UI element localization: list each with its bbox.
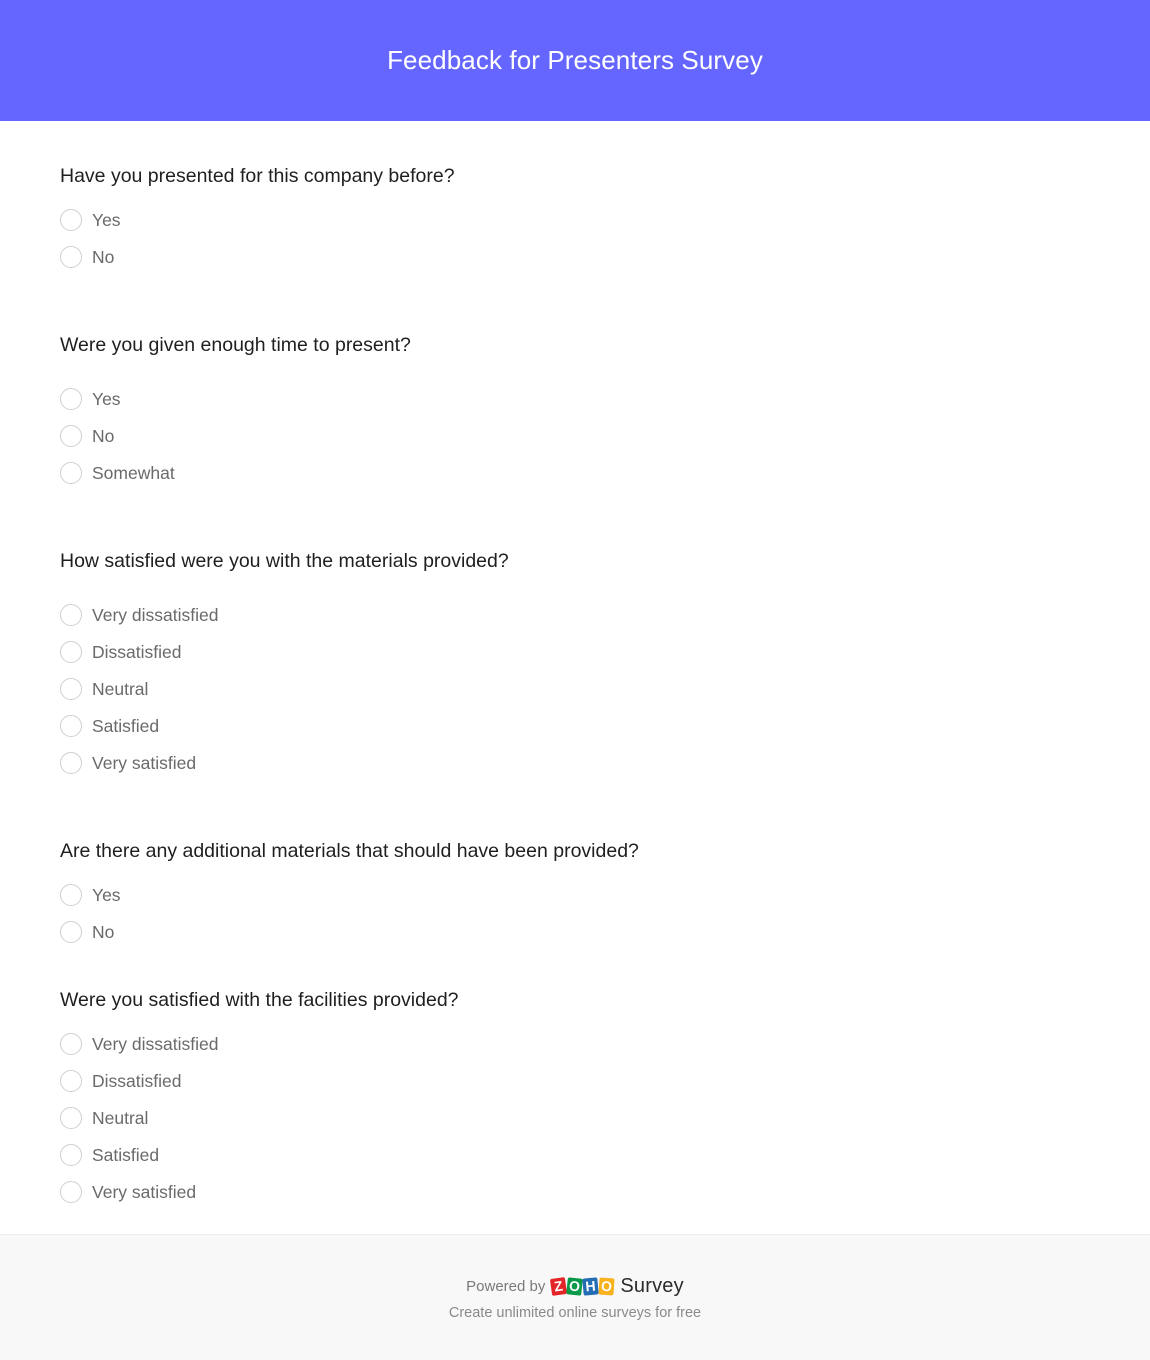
q3-option-neutral[interactable]: Neutral (60, 677, 148, 701)
zoho-letter-o: O (598, 1277, 615, 1296)
radio-button[interactable] (60, 388, 82, 410)
radio-button[interactable] (60, 641, 82, 663)
footer-tagline[interactable]: Create unlimited online surveys for free (0, 1305, 1150, 1321)
question-2-title: Were you given enough time to present? (60, 334, 411, 356)
option-label: Very satisfied (92, 1181, 197, 1202)
zoho-logo-icon: Z O H O (550, 1277, 615, 1296)
q2-option-somewhat[interactable]: Somewhat (60, 461, 175, 485)
option-label: Very dissatisfied (92, 604, 219, 625)
radio-button[interactable] (60, 752, 82, 774)
q4-option-no[interactable]: No (60, 920, 114, 944)
question-5-title: Were you satisfied with the facilities p… (60, 989, 459, 1011)
radio-button[interactable] (60, 604, 82, 626)
q5-option-very-satisfied[interactable]: Very satisfied (60, 1180, 196, 1204)
radio-button[interactable] (60, 1070, 82, 1092)
radio-button[interactable] (60, 1107, 82, 1129)
q3-option-dissatisfied[interactable]: Dissatisfied (60, 640, 181, 664)
option-label: Yes (92, 884, 121, 905)
q5-option-satisfied[interactable]: Satisfied (60, 1143, 159, 1167)
radio-button[interactable] (60, 715, 82, 737)
option-label: Somewhat (92, 462, 175, 483)
option-label: No (92, 246, 115, 267)
radio-button[interactable] (60, 884, 82, 906)
q3-option-very-satisfied[interactable]: Very satisfied (60, 751, 196, 775)
powered-by-text: Powered by (466, 1278, 546, 1295)
zoho-letter-h: H (582, 1277, 600, 1296)
footer: Powered by Z O H O Survey Create unlimit… (0, 1234, 1150, 1360)
option-label: Neutral (92, 678, 149, 699)
option-label: Satisfied (92, 715, 160, 736)
q1-option-no[interactable]: No (60, 245, 114, 269)
q1-option-yes[interactable]: Yes (60, 208, 121, 232)
q5-option-dissatisfied[interactable]: Dissatisfied (60, 1069, 181, 1093)
radio-button[interactable] (60, 209, 82, 231)
q2-option-yes[interactable]: Yes (60, 387, 121, 411)
option-label: Satisfied (92, 1144, 160, 1165)
powered-by-link[interactable]: Powered by Z O H O Survey (0, 1275, 1150, 1298)
q5-option-neutral[interactable]: Neutral (60, 1106, 148, 1130)
q5-option-very-dissatisfied[interactable]: Very dissatisfied (60, 1032, 218, 1056)
option-label: Dissatisfied (92, 1070, 182, 1091)
radio-button[interactable] (60, 246, 82, 268)
option-label: Very satisfied (92, 752, 197, 773)
q4-option-yes[interactable]: Yes (60, 883, 121, 907)
option-label: No (92, 921, 115, 942)
radio-button[interactable] (60, 425, 82, 447)
survey-title: Feedback for Presenters Survey (387, 45, 763, 75)
q3-option-very-dissatisfied[interactable]: Very dissatisfied (60, 603, 218, 627)
zoho-letter-o: O (566, 1277, 584, 1296)
option-label: No (92, 425, 115, 446)
option-label: Dissatisfied (92, 641, 182, 662)
option-label: Very dissatisfied (92, 1033, 219, 1054)
survey-header: Feedback for Presenters Survey (0, 0, 1150, 121)
radio-button[interactable] (60, 462, 82, 484)
zoho-letter-z: Z (550, 1277, 568, 1296)
radio-button[interactable] (60, 678, 82, 700)
q2-option-no[interactable]: No (60, 424, 114, 448)
radio-button[interactable] (60, 1033, 82, 1055)
question-1-title: Have you presented for this company befo… (60, 165, 455, 187)
radio-button[interactable] (60, 1181, 82, 1203)
question-4-title: Are there any additional materials that … (60, 840, 639, 862)
product-name: Survey (620, 1275, 684, 1297)
radio-button[interactable] (60, 921, 82, 943)
option-label: Yes (92, 388, 121, 409)
option-label: Neutral (92, 1107, 149, 1128)
radio-button[interactable] (60, 1144, 82, 1166)
question-3-title: How satisfied were you with the material… (60, 550, 509, 572)
option-label: Yes (92, 209, 121, 230)
q3-option-satisfied[interactable]: Satisfied (60, 714, 159, 738)
